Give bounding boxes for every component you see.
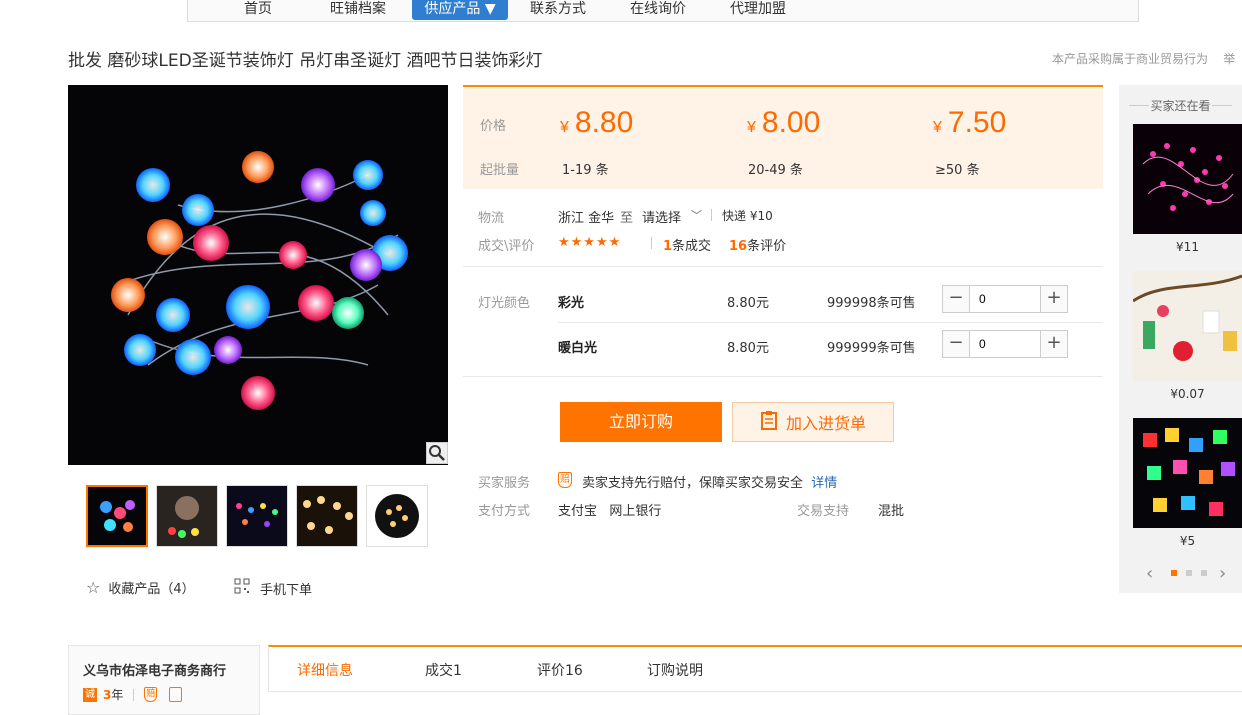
trade-support-value: 混批 — [878, 504, 905, 519]
chevron-left-icon[interactable]: ‹ — [1146, 563, 1153, 584]
buy-now-button[interactable]: 立即订购 — [560, 402, 722, 442]
qty-tier-3: ≥50 条 — [935, 163, 980, 178]
divider — [651, 237, 652, 249]
recommend-item-3[interactable] — [1133, 418, 1242, 528]
sku-stock-2: 999999条可售 — [827, 341, 916, 356]
nav-inquiry[interactable]: 在线询价 — [618, 0, 698, 20]
quantity-stepper-2: − + — [942, 330, 1068, 358]
shop-name[interactable]: 义乌市佑泽电子商务商行 — [83, 660, 226, 679]
thumbnail-5[interactable] — [366, 485, 428, 547]
invoice-icon — [169, 687, 183, 702]
quantity-input[interactable] — [971, 286, 1039, 312]
compensation-icon: 赔 — [558, 472, 572, 488]
express-fee: 快递 ¥10 — [722, 209, 773, 223]
sku-price-1: 8.80元 — [727, 296, 769, 311]
trade-support-label: 交易支持 — [797, 504, 850, 519]
nav-agency[interactable]: 代理加盟 — [718, 0, 798, 20]
price-panel: 价格 起批量 ¥8.80 ¥8.00 ¥7.50 1-19 条 20-49 条 … — [463, 85, 1103, 189]
thumbnail-2[interactable] — [156, 485, 218, 547]
integrity-icon: 诚 — [83, 687, 97, 702]
sku-label: 灯光颜色 — [478, 296, 531, 311]
carousel-dot-2[interactable] — [1186, 570, 1192, 576]
service-details-link[interactable]: 详情 — [811, 476, 837, 491]
sku-stock-1: 999998条可售 — [827, 296, 916, 311]
decrease-button[interactable]: − — [943, 286, 970, 312]
recommend-item-2[interactable] — [1133, 271, 1242, 381]
min-order-label: 起批量 — [480, 163, 520, 178]
tab-order-notes[interactable]: 订购说明 — [647, 660, 703, 680]
price-tier-2: ¥8.00 — [747, 106, 821, 139]
payment-methods: 支付宝 网上银行 — [558, 504, 662, 519]
tab-details[interactable]: 详细信息 — [297, 660, 353, 680]
nav-shop-profile[interactable]: 旺铺档案 — [318, 0, 398, 20]
shop-years: 3年 — [103, 688, 124, 702]
quantity-stepper-1: − + — [942, 285, 1068, 313]
tab-deals[interactable]: 成交1 — [425, 660, 462, 680]
clipboard-icon — [760, 410, 778, 434]
sku-name-1: 彩光 — [558, 296, 585, 311]
add-to-cart-button[interactable]: 加入进货单 — [732, 402, 894, 442]
sku-price-2: 8.80元 — [727, 341, 769, 356]
favorite-product[interactable]: ☆ 收藏产品（4） — [86, 578, 195, 597]
qrcode-icon — [234, 578, 250, 598]
logistics-origin: 浙江 金华 — [558, 211, 615, 226]
shop-info: 义乌市佑泽电子商务商行 诚 3年 赔 — [68, 645, 260, 715]
increase-button[interactable]: + — [1040, 286, 1067, 312]
mobile-order[interactable]: 手机下单 — [234, 578, 312, 598]
trade-notice: 本产品采购属于商业贸易行为 举 — [1052, 52, 1236, 66]
divider — [133, 688, 135, 701]
tab-reviews[interactable]: 评价16 — [537, 660, 583, 680]
payment-label: 支付方式 — [478, 504, 531, 519]
shop-badges: 诚 3年 赔 — [83, 686, 183, 703]
review-count-link[interactable]: 16条评价 — [729, 235, 786, 254]
increase-button[interactable]: + — [1040, 331, 1067, 357]
recommend-price-3: ¥5 — [1179, 534, 1196, 548]
price-tier-3: ¥7.50 — [933, 106, 1007, 139]
service-label: 买家服务 — [478, 476, 531, 491]
logistics-to: 至 — [620, 211, 634, 226]
thumbnail-1[interactable] — [86, 485, 148, 547]
nav-contact[interactable]: 联系方式 — [518, 0, 598, 20]
thumbnail-4[interactable] — [296, 485, 358, 547]
quantity-input[interactable] — [971, 331, 1039, 357]
recommend-price-2: ¥0.07 — [1170, 387, 1205, 401]
destination-select[interactable]: 请选择 ﹀ — [642, 207, 702, 226]
deals-label: 成交\评价 — [478, 239, 535, 254]
divider — [711, 209, 712, 221]
divider — [558, 322, 1103, 323]
also-viewed-panel: 买家还在看 ¥11 ¥0.07 ¥5 ‹ › — [1119, 85, 1242, 593]
sku-name-2: 暖白光 — [558, 341, 598, 356]
star-outline-icon: ☆ — [86, 578, 101, 597]
chevron-right-icon[interactable]: › — [1219, 563, 1226, 584]
logistics-label: 物流 — [478, 211, 505, 226]
recommend-item-1[interactable] — [1133, 124, 1242, 234]
compensation-icon: 赔 — [144, 687, 158, 702]
carousel-dot-3[interactable] — [1201, 570, 1207, 576]
chevron-down-icon: ﹀ — [691, 209, 703, 222]
divider — [463, 266, 1103, 267]
zoom-icon[interactable] — [426, 442, 448, 464]
nav-products[interactable]: 供应产品 ▼ — [412, 0, 508, 20]
recommend-price-1: ¥11 — [1176, 240, 1199, 254]
deal-count-link[interactable]: 1条成交 — [663, 235, 711, 254]
price-tier-1: ¥8.80 — [560, 106, 634, 139]
thumbnail-3[interactable] — [226, 485, 288, 547]
detail-tabs: 详细信息 成交1 评价16 订购说明 — [268, 645, 1242, 692]
divider — [463, 376, 1103, 377]
main-product-image[interactable] — [68, 85, 448, 465]
qty-tier-2: 20-49 条 — [748, 163, 803, 178]
service-text: 卖家支持先行赔付，保障买家交易安全 详情 — [582, 476, 838, 491]
nav-home[interactable]: 首页 — [228, 0, 288, 20]
rating-stars: ★★★★★ — [558, 235, 622, 250]
carousel-dot-1[interactable] — [1171, 570, 1177, 576]
top-nav: 首页 旺铺档案 供应产品 ▼ 联系方式 在线询价 代理加盟 — [187, 0, 1139, 22]
qty-tier-1: 1-19 条 — [562, 163, 609, 178]
also-viewed-title: 买家还在看 — [1119, 97, 1242, 114]
decrease-button[interactable]: − — [943, 331, 970, 357]
price-label: 价格 — [480, 119, 507, 134]
product-title: 批发 磨砂球LED圣诞节装饰灯 吊灯串圣诞灯 酒吧节日装饰彩灯 — [68, 51, 543, 71]
